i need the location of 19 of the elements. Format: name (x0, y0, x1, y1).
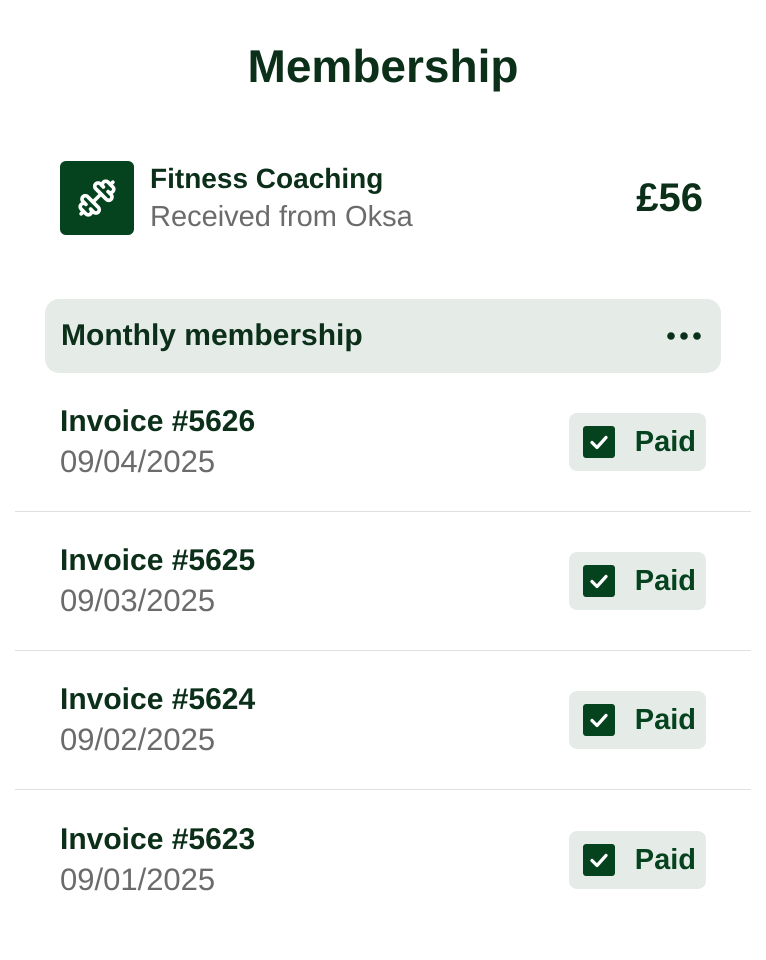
invoice-date: 09/01/2025 (60, 860, 216, 898)
service-name: Fitness Coaching (150, 162, 384, 196)
invoice-title: Invoice #5623 (60, 822, 256, 858)
service-subtitle: Received from Oksa (150, 200, 413, 235)
invoice-date: 09/02/2025 (60, 721, 216, 759)
page-title: Membership (246, 40, 520, 92)
invoice-date: 09/04/2025 (60, 443, 216, 481)
amount: £56 (636, 175, 703, 221)
dumbbell-icon (60, 161, 134, 235)
more-options-icon[interactable] (667, 332, 701, 340)
invoice-title: Invoice #5626 (60, 404, 256, 440)
group-title: Monthly membership (61, 318, 363, 354)
invoice-title: Invoice #5624 (60, 682, 256, 718)
invoice-date: 09/03/2025 (60, 582, 216, 620)
status-label: Paid (634, 425, 696, 459)
invoice-title: Invoice #5625 (60, 543, 256, 579)
status-label: Paid (634, 842, 696, 876)
status-label: Paid (634, 703, 696, 737)
status-label: Paid (634, 564, 696, 598)
